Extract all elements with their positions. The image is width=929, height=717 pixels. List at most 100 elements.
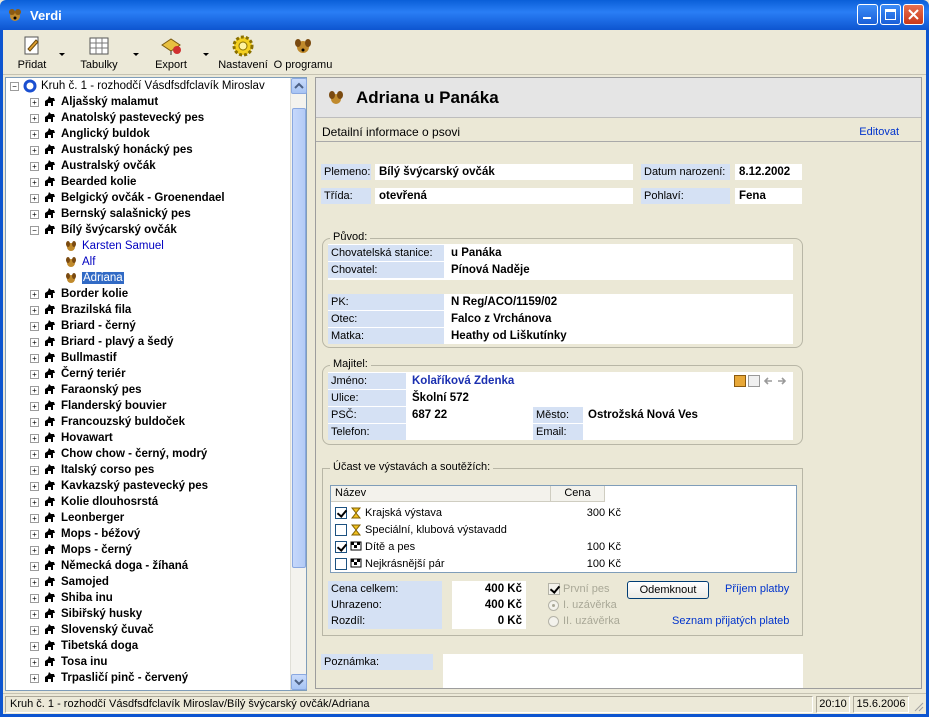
expand-icon[interactable]: + [30, 433, 39, 443]
resize-grip-icon[interactable] [912, 700, 924, 712]
tree-item-breed[interactable]: + Aljašský malamut [6, 94, 290, 110]
show-checkbox[interactable] [335, 506, 347, 519]
expand-icon[interactable]: + [30, 497, 39, 507]
tree-scrollbar[interactable] [290, 78, 307, 690]
expand-icon[interactable]: + [30, 177, 39, 187]
title-bar[interactable]: Verdi [0, 0, 929, 30]
show-checkbox[interactable] [335, 557, 347, 570]
tables-button[interactable]: Tabulky [71, 34, 127, 71]
tree-item-breed[interactable]: + Bearded kolie [6, 174, 290, 190]
close2-radio[interactable]: II. uzávěrka [548, 615, 620, 627]
expand-icon[interactable]: + [30, 465, 39, 475]
tree-item-breed[interactable]: + Kolie dlouhosrstá [6, 494, 290, 510]
tree-item-breed[interactable]: − Bílý švýcarský ovčák [6, 222, 290, 238]
tree-item-breed[interactable]: + Německá doga - žíhaná [6, 558, 290, 574]
breed-tree[interactable]: − Kruh č. 1 - rozhodčí Vásdfsdfclavík Mi… [6, 78, 290, 690]
expand-icon[interactable]: + [30, 369, 39, 379]
tree-item-breed[interactable]: + Belgický ovčák - Groenendael [6, 190, 290, 206]
tables-dropdown-arrow[interactable] [129, 34, 143, 74]
tree-item-breed[interactable]: + Slovenský čuvač [6, 622, 290, 638]
show-checkbox[interactable] [335, 540, 347, 553]
expand-icon[interactable]: + [30, 161, 39, 171]
col-name-header[interactable]: Název [331, 486, 551, 502]
expand-icon[interactable]: + [30, 657, 39, 667]
forward-arrow-icon[interactable] [776, 375, 788, 387]
close-button[interactable] [903, 4, 924, 25]
expand-icon[interactable]: + [30, 353, 39, 363]
add-dropdown-arrow[interactable] [55, 34, 69, 74]
tree-item-breed[interactable]: + Border kolie [6, 286, 290, 302]
tree-item-dog[interactable]: Alf [6, 254, 290, 270]
tree-item-breed[interactable]: + Trpasličí pinč - červený [6, 670, 290, 686]
collapse-icon[interactable]: − [10, 81, 19, 91]
tree-item-breed[interactable]: + Australský honácký pes [6, 142, 290, 158]
unlock-button[interactable]: Odemknout [627, 581, 709, 599]
tree-item-breed[interactable]: + Mops - černý [6, 542, 290, 558]
scroll-up-button[interactable] [291, 78, 307, 94]
person-card-icon[interactable] [734, 375, 746, 387]
expand-icon[interactable]: + [30, 289, 39, 299]
tree-item-breed[interactable]: + Mops - béžový [6, 526, 290, 542]
tree-item-breed[interactable]: + Brazilská fila [6, 302, 290, 318]
tree-item-breed[interactable]: + Černý teriér [6, 366, 290, 382]
expand-icon[interactable]: + [30, 481, 39, 491]
expand-icon[interactable]: + [30, 145, 39, 155]
expand-icon[interactable]: + [30, 577, 39, 587]
expand-icon[interactable]: + [30, 129, 39, 139]
scroll-down-button[interactable] [291, 674, 307, 690]
tree-item-breed[interactable]: + Bullmastif [6, 350, 290, 366]
col-price-header[interactable]: Cena [551, 486, 605, 502]
receive-payment-link[interactable]: Příjem platby [725, 583, 789, 595]
tree-item-breed[interactable]: + Chow chow - černý, modrý [6, 446, 290, 462]
owner-name-value[interactable]: Kolaříková Zdenka [408, 373, 648, 389]
expand-icon[interactable]: + [30, 417, 39, 427]
tree-item-breed[interactable]: + Italský corso pes [6, 462, 290, 478]
tree-item-breed[interactable]: + Kavkazský pastevecký pes [6, 478, 290, 494]
tree-item-breed[interactable]: + Briard - plavý a šedý [6, 334, 290, 350]
expand-icon[interactable]: + [30, 113, 39, 123]
show-row[interactable]: Dítě a pes 100 Kč [331, 538, 796, 555]
expand-icon[interactable]: + [30, 97, 39, 107]
edit-link[interactable]: Editovat [859, 126, 899, 138]
tree-item-dog[interactable]: Karsten Samuel [6, 238, 290, 254]
export-button[interactable]: Export [145, 34, 197, 71]
expand-icon[interactable]: + [30, 193, 39, 203]
expand-icon[interactable]: + [30, 609, 39, 619]
expand-icon[interactable]: + [30, 641, 39, 651]
tree-item-dog[interactable]: Adriana [6, 270, 290, 286]
expand-icon[interactable]: + [30, 593, 39, 603]
shows-table[interactable]: Název Cena Krajská výstava 300 Kč Speciáln… [330, 485, 797, 573]
tree-item-breed[interactable]: + Tibetská doga [6, 638, 290, 654]
expand-icon[interactable]: + [30, 673, 39, 683]
tree-item-breed[interactable]: + Briard - černý [6, 318, 290, 334]
tree-item-breed[interactable]: + Anatolský pastevecký pes [6, 110, 290, 126]
expand-icon[interactable]: + [30, 305, 39, 315]
scroll-thumb[interactable] [292, 108, 306, 568]
show-checkbox[interactable] [335, 523, 347, 536]
add-button[interactable]: Přidat [11, 34, 53, 71]
export-dropdown-arrow[interactable] [199, 34, 213, 74]
show-row[interactable]: Speciální, klubová výstavadd [331, 521, 796, 538]
tree-item-breed[interactable]: + Sibiřský husky [6, 606, 290, 622]
tree-item-breed[interactable]: + Bernský salašnický pes [6, 206, 290, 222]
expand-icon[interactable]: + [30, 401, 39, 411]
expand-icon[interactable]: + [30, 321, 39, 331]
expand-icon[interactable]: + [30, 561, 39, 571]
expand-icon[interactable]: + [30, 385, 39, 395]
expand-icon[interactable]: + [30, 337, 39, 347]
close1-radio[interactable]: I. uzávěrka [548, 599, 617, 611]
back-arrow-icon[interactable] [762, 375, 774, 387]
tree-item-breed[interactable]: + Samojed [6, 574, 290, 590]
maximize-button[interactable] [880, 4, 901, 25]
show-row[interactable]: Krajská výstava 300 Kč [331, 504, 796, 521]
expand-icon[interactable]: + [30, 449, 39, 459]
tree-item-breed[interactable]: + Australský ovčák [6, 158, 290, 174]
minimize-button[interactable] [857, 4, 878, 25]
payment-list-link[interactable]: Seznam přijatých plateb [672, 615, 789, 627]
tree-item-breed[interactable]: + Flanderský bouvier [6, 398, 290, 414]
tree-item-breed[interactable]: + Faraonský pes [6, 382, 290, 398]
tree-item-breed[interactable]: + Anglický buldok [6, 126, 290, 142]
tree-item-breed[interactable]: + Tosa inu [6, 654, 290, 670]
tree-item-breed[interactable]: + Francouzský buldoček [6, 414, 290, 430]
notes-icon[interactable] [748, 375, 760, 387]
